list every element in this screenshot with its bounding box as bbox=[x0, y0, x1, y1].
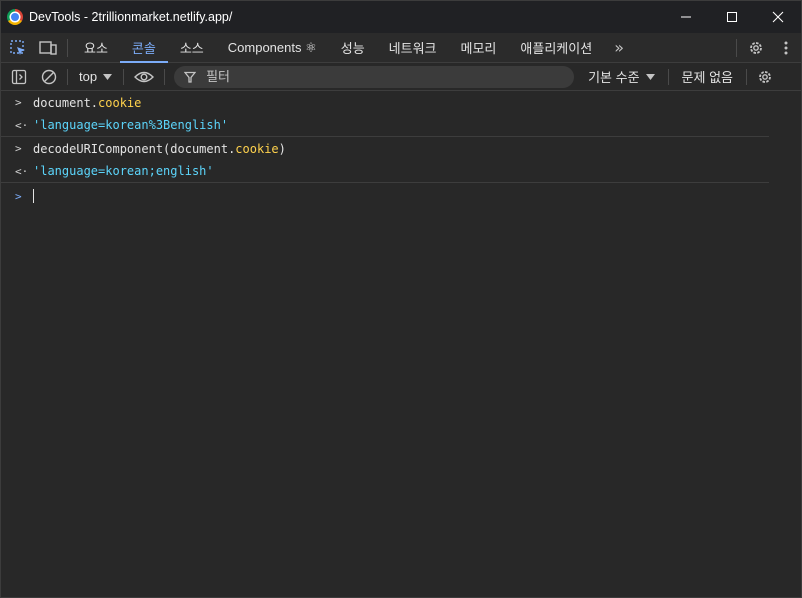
input-chevron-icon: > bbox=[15, 142, 22, 155]
tab-label: 소스 bbox=[179, 41, 204, 56]
gear-icon bbox=[750, 41, 762, 54]
console-input-line: > document.cookie bbox=[1, 91, 801, 114]
divider bbox=[736, 38, 737, 57]
tab-memory[interactable]: 메모리 bbox=[449, 33, 509, 62]
more-options-button[interactable] bbox=[771, 33, 801, 62]
console-toolbar: top 기본 수준 문제 없음 bbox=[1, 63, 801, 91]
tab-sources[interactable]: 소스 bbox=[168, 33, 216, 62]
console-prompt[interactable]: > bbox=[1, 183, 801, 209]
context-label: top bbox=[79, 69, 98, 84]
window-title: DevTools - 2trillionmarket.netlify.app/ bbox=[29, 10, 233, 24]
divider bbox=[123, 68, 125, 85]
inspect-cursor-icon bbox=[10, 39, 25, 55]
minimize-button[interactable] bbox=[663, 1, 709, 33]
code-token: ) bbox=[278, 141, 286, 156]
console-result-line: <· 'language=korean;english' bbox=[1, 160, 769, 183]
chevron-double-right-icon: » bbox=[614, 38, 625, 57]
clear-icon bbox=[41, 69, 57, 84]
text-caret bbox=[33, 189, 34, 203]
tab-label: Components ⚛ bbox=[227, 39, 317, 55]
maximize-button[interactable] bbox=[709, 1, 755, 33]
filter-icon bbox=[184, 71, 197, 83]
tab-application[interactable]: 애플리케이션 bbox=[508, 33, 604, 62]
console-output[interactable]: > document.cookie <· 'language=korean%3B… bbox=[1, 91, 801, 597]
window-controls bbox=[663, 1, 801, 33]
close-button[interactable] bbox=[755, 1, 801, 33]
sidebar-toggle-icon bbox=[11, 69, 27, 84]
chrome-logo-icon bbox=[7, 9, 23, 25]
caret-down-icon bbox=[645, 73, 655, 80]
divider bbox=[67, 38, 68, 57]
clear-console-button[interactable] bbox=[34, 63, 64, 90]
console-result-text: 'language=korean%3Benglish' bbox=[33, 118, 229, 132]
tab-label: 애플리케이션 bbox=[520, 41, 593, 56]
close-icon bbox=[772, 11, 784, 23]
tab-components[interactable]: Components ⚛ bbox=[216, 33, 329, 62]
issues-counter[interactable]: 문제 없음 bbox=[672, 67, 743, 86]
maximize-icon bbox=[727, 12, 737, 22]
panel-tab-bar: 요소 콘솔 소스 Components ⚛ 성능 네트워크 메모리 애플리케이션… bbox=[1, 33, 801, 63]
tab-elements[interactable]: 요소 bbox=[72, 33, 120, 62]
settings-button[interactable] bbox=[741, 33, 771, 62]
divider bbox=[667, 68, 669, 85]
issues-label: 문제 없음 bbox=[681, 70, 733, 85]
tab-performance[interactable]: 성능 bbox=[329, 33, 377, 62]
prompt-chevron-icon: > bbox=[15, 189, 22, 203]
console-input-text: decodeURIComponent(document.cookie) bbox=[33, 142, 286, 156]
tab-label: 요소 bbox=[84, 41, 108, 56]
inspect-element-button[interactable] bbox=[3, 33, 33, 62]
tab-console[interactable]: 콘솔 bbox=[119, 33, 168, 63]
devtools-window: DevTools - 2trillionmarket.netlify.app/ bbox=[0, 0, 802, 598]
console-input-text: document.cookie bbox=[33, 96, 141, 110]
console-result-line: <· 'language=korean%3Benglish' bbox=[1, 114, 769, 137]
device-toolbar-button[interactable] bbox=[33, 33, 63, 62]
more-tabs-button[interactable]: » bbox=[604, 33, 634, 62]
tab-network[interactable]: 네트워크 bbox=[377, 33, 449, 62]
console-result-text: 'language=korean;english' bbox=[33, 164, 214, 178]
caret-down-icon bbox=[103, 73, 113, 80]
divider bbox=[164, 68, 166, 85]
code-property-token: cookie bbox=[98, 95, 142, 110]
code-token: decodeURIComponent(document. bbox=[33, 141, 236, 156]
result-arrow-icon: <· bbox=[15, 165, 29, 178]
tab-label: 성능 bbox=[340, 41, 365, 56]
divider bbox=[745, 68, 747, 85]
device-mode-icon bbox=[39, 40, 57, 55]
kebab-menu-icon bbox=[784, 41, 788, 54]
console-settings-button[interactable] bbox=[750, 63, 780, 90]
tab-label: 메모리 bbox=[460, 41, 497, 56]
eye-icon bbox=[134, 71, 155, 82]
filter-box bbox=[174, 65, 575, 88]
code-property-token: cookie bbox=[235, 141, 279, 156]
levels-label: 기본 수준 bbox=[588, 70, 640, 85]
code-token: document. bbox=[33, 95, 99, 110]
toggle-sidebar-button[interactable] bbox=[4, 63, 34, 90]
divider bbox=[67, 68, 68, 85]
tabbar-actions bbox=[732, 33, 801, 62]
result-arrow-icon: <· bbox=[15, 119, 29, 132]
input-chevron-icon: > bbox=[15, 96, 22, 109]
context-selector[interactable]: top bbox=[71, 69, 120, 84]
gear-icon bbox=[759, 70, 771, 83]
tab-label: 네트워크 bbox=[388, 41, 437, 56]
log-levels-dropdown[interactable]: 기본 수준 bbox=[578, 67, 664, 86]
title-bar: DevTools - 2trillionmarket.netlify.app/ bbox=[1, 1, 801, 33]
console-input-line: > decodeURIComponent(document.cookie) bbox=[1, 137, 801, 160]
tab-label: 콘솔 bbox=[131, 41, 156, 56]
filter-input[interactable] bbox=[204, 68, 549, 85]
live-expression-button[interactable] bbox=[127, 63, 161, 90]
minimize-icon bbox=[681, 16, 691, 18]
